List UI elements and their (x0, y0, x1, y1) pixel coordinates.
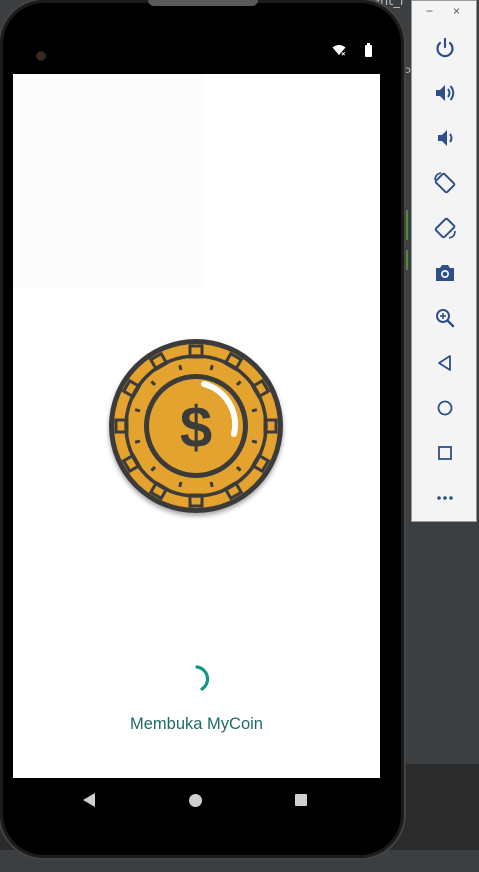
loading-spinner (195, 665, 210, 691)
front-camera (37, 52, 45, 60)
svg-text:$: $ (180, 395, 212, 460)
rotate-left-icon[interactable] (432, 170, 458, 196)
camera-icon[interactable] (432, 260, 458, 286)
volume-down-icon[interactable] (432, 125, 458, 151)
battery-full-icon (365, 43, 372, 57)
phone-top-edge (148, 0, 258, 6)
background-panel (13, 74, 203, 288)
overview-icon[interactable] (432, 440, 458, 466)
ide-gutter-marker (404, 210, 408, 240)
close-button[interactable]: × (453, 4, 460, 18)
back-icon[interactable] (432, 350, 458, 376)
more-icon[interactable] (432, 485, 458, 511)
dollar-coin-icon: $ (109, 339, 283, 513)
rotate-right-icon[interactable] (432, 215, 458, 241)
system-navbar (13, 778, 380, 824)
power-icon[interactable] (432, 35, 458, 61)
wifi-off-icon (332, 45, 346, 56)
app-screen: $ Membuka MyCoin (13, 74, 380, 778)
volume-up-icon[interactable] (432, 80, 458, 106)
minimize-button[interactable]: − (426, 4, 433, 18)
ide-gutter-marker (404, 250, 408, 270)
ide-bottom-area (400, 764, 479, 850)
emulator-toolbar: − × (411, 0, 477, 522)
zoom-icon[interactable] (432, 305, 458, 331)
back-icon[interactable] (83, 793, 95, 807)
toolbar-titlebar: − × (412, 1, 476, 25)
phone-frame: $ Membuka MyCoin (0, 0, 404, 858)
loading-text: Membuka MyCoin (130, 715, 263, 733)
home-icon[interactable] (189, 794, 202, 807)
ide-side-letter: P (403, 65, 412, 79)
home-icon[interactable] (432, 395, 458, 421)
recents-icon[interactable] (295, 794, 307, 806)
